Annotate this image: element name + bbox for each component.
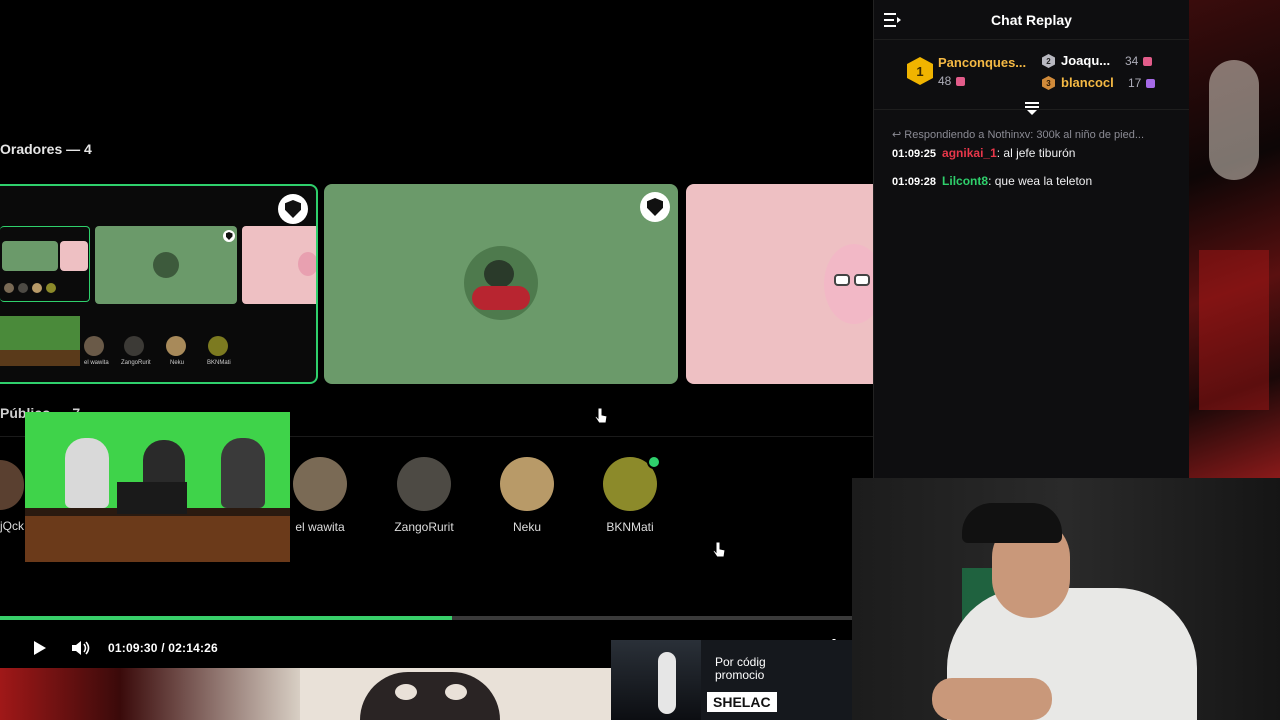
speaker-tile-screen-share[interactable]: el wawita ZangoRurit Neku BKNMati [0, 184, 318, 384]
chat-message: 01:09:28 Lilcont8: que wea la teleton [892, 174, 1093, 188]
public-user-avatar [603, 455, 661, 511]
public-user[interactable]: BKNMati [595, 455, 665, 534]
public-user[interactable]: Neku [492, 457, 562, 534]
mini-user-label: Neku [170, 360, 185, 366]
mini-green-tile [95, 226, 237, 304]
public-user-name: Neku [512, 520, 541, 534]
mini-user-label: BKNMati [207, 360, 231, 366]
gift-icon [1146, 79, 1156, 88]
mini-avatar [18, 283, 28, 293]
mini-user-label: el wawita [84, 360, 109, 366]
mini-avatar [166, 336, 186, 356]
message-timestamp: 01:09:28 [892, 176, 937, 188]
speaker-avatar [824, 244, 873, 324]
speakers-section-title: Oradores — 4 [0, 141, 92, 157]
mini-green-tile [2, 241, 58, 271]
scroll-to-bottom-icon[interactable] [1024, 102, 1040, 116]
video-stage[interactable]: Oradores — 4 el wawita ZangoRurit Neku B… [0, 0, 873, 615]
decorative-artwork-right [1189, 0, 1280, 478]
message-text: que wea la teleton [994, 174, 1093, 188]
gift-leaderboard: 1 Panconques... 48 2 Joaqu... 34 3 blanc… [874, 40, 1189, 110]
mini-avatar [4, 283, 14, 293]
current-time: 01:09:30 [108, 641, 158, 655]
mini-avatar [208, 336, 228, 356]
public-user-avatar [500, 457, 554, 511]
seek-bar-progress [0, 616, 452, 620]
promo-banner[interactable]: Por códig promocio SHELAC [611, 640, 852, 720]
chat-message: 01:09:25 agnikai_1: al jefe tiburón [892, 146, 1076, 160]
mouse-pointer-icon [594, 406, 608, 426]
chat-replay-panel: Chat Replay 1 Panconques... 48 2 Joaqu..… [873, 0, 1189, 478]
leaderboard-count-2: 34 [1125, 54, 1153, 68]
live-indicator-icon [647, 455, 661, 469]
moderator-shield-icon [223, 230, 235, 242]
total-time: 02:14:26 [168, 641, 218, 655]
mini-avatar [298, 252, 316, 276]
public-user-name: el wawita [295, 520, 345, 534]
public-user-avatar [293, 457, 347, 511]
public-user[interactable]: ZangoRurit [389, 457, 459, 534]
public-user-avatar [397, 457, 451, 511]
message-timestamp: 01:09:25 [892, 148, 937, 160]
leaderboard-user-1[interactable]: Panconques... [938, 55, 1026, 70]
message-username: Lilcont8 [942, 174, 989, 188]
hosts-webcam-overlay [25, 412, 290, 562]
public-user-name: BKNMati [606, 520, 654, 534]
mini-tile-nested [0, 226, 90, 302]
mini-user-label: ZangoRurit [121, 360, 151, 366]
streamer-webcam [852, 478, 1280, 720]
moderator-shield-icon [640, 192, 670, 222]
time-display: 01:09:30 / 02:14:26 [108, 641, 218, 655]
speaker-tile-green[interactable] [324, 184, 678, 384]
chat-title: Chat Replay [991, 12, 1072, 28]
public-user[interactable]: el wawita [285, 457, 355, 534]
leaderboard-count-1: 48 [938, 74, 966, 88]
speaker-tile-pink[interactable] [686, 184, 873, 384]
play-icon[interactable] [30, 638, 50, 658]
gift-icon [956, 77, 966, 86]
time-separator: / [161, 641, 165, 655]
mini-avatar [32, 283, 42, 293]
mini-webcam-thumbnail [0, 316, 80, 366]
message-text: al jefe tiburón [1003, 146, 1076, 160]
promo-text: Por códig promocio [715, 655, 766, 682]
leaderboard-user-2[interactable]: Joaqu... [1061, 53, 1110, 68]
mini-avatar [124, 336, 144, 356]
reply-context: ↩ Respondiendo a Nothinxv: 300k al niño … [892, 129, 1145, 141]
message-username: agnikai_1 [942, 146, 997, 160]
moderator-shield-icon [278, 194, 308, 224]
chat-header: Chat Replay [874, 0, 1189, 40]
phone-graphic [658, 652, 676, 714]
rank-3-badge: 3 [1042, 76, 1055, 90]
mini-pink-tile [242, 226, 316, 304]
mini-avatar [84, 336, 104, 356]
public-user-name: jQck [0, 519, 24, 533]
volume-icon[interactable] [70, 638, 92, 658]
reply-arrow-icon: ↩ [892, 129, 905, 141]
speaker-avatar [464, 246, 538, 320]
rank-2-badge: 2 [1042, 54, 1055, 68]
mini-pink-tile [60, 241, 88, 271]
leaderboard-count-3: 17 [1128, 76, 1156, 90]
promo-code: SHELAC [707, 692, 777, 712]
mini-avatar [153, 252, 179, 278]
seek-bar[interactable] [0, 616, 852, 620]
public-user-avatar[interactable] [0, 460, 24, 510]
gift-icon [1143, 57, 1153, 66]
mini-avatar [46, 283, 56, 293]
leaderboard-user-3[interactable]: blancocl [1061, 75, 1114, 90]
rank-1-badge: 1 [907, 57, 933, 85]
public-user-name: ZangoRurit [394, 520, 454, 534]
mouse-pointer-icon [712, 540, 726, 560]
